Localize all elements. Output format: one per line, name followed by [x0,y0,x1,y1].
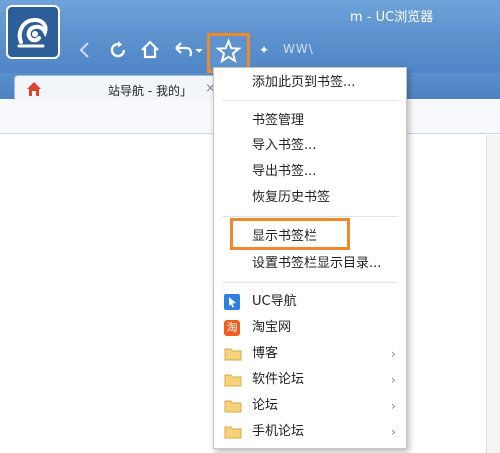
back-button[interactable] [72,37,98,63]
address-bar-text[interactable]: WW\ [283,42,314,56]
home-icon [141,40,159,59]
menu-item-export-bookmarks[interactable]: 导出书签... [214,160,406,184]
site-info-icon[interactable]: ✦ [259,43,269,57]
back-arrow-icon [79,42,89,58]
submenu-arrow-icon: › [391,425,396,439]
submenu-arrow-icon: › [391,347,396,361]
taobao-icon: 淘 [224,320,240,336]
window-title: m - UC浏览器 [350,10,434,25]
uc-squirrel-icon [17,17,48,48]
home-tab-icon [27,82,41,96]
bookmark-folder-mobile-forum[interactable]: 手机论坛 › [214,420,406,444]
show-bookmark-bar-highlight [230,218,350,250]
submenu-arrow-icon: › [391,373,396,387]
menu-separator [222,282,398,283]
home-button[interactable] [137,37,163,63]
refresh-button[interactable] [105,37,131,63]
bookmark-menu: 添加此页到书签... 书签管理 导入书签... 导出书签... 恢复历史书签 显… [213,67,407,449]
bookmark-folder-software-forum[interactable]: 软件论坛 › [214,368,406,392]
bookmark-uc-nav[interactable]: UC导航 [214,290,406,314]
browser-tab[interactable]: 站导航 - 我的」 × [14,75,222,101]
bookmark-folder-forum[interactable]: 论坛 › [214,394,406,418]
menu-item-set-bookmark-bar-dir[interactable]: 设置书签栏显示目录... [214,252,406,276]
menu-item-restore-bookmarks[interactable]: 恢复历史书签 [214,186,406,210]
menu-item-manage-bookmarks[interactable]: 书签管理 [214,109,406,133]
tab-title: 站导航 - 我的」 [108,84,192,98]
submenu-arrow-icon: › [391,399,396,413]
folder-icon [224,398,242,414]
folder-icon [224,346,242,362]
undo-button[interactable] [170,37,204,63]
menu-item-add-bookmark[interactable]: 添加此页到书签... [214,71,406,95]
folder-icon [224,424,242,440]
bookmark-folder-blog[interactable]: 博客 › [214,342,406,366]
bookmark-taobao[interactable]: 淘 淘宝网 [214,316,406,340]
undo-arrow-icon [175,42,203,57]
menu-separator [222,100,398,101]
menu-separator [222,216,398,217]
uc-nav-icon [224,294,240,310]
scrollbar[interactable] [486,135,500,453]
uc-logo[interactable] [6,5,60,59]
menu-item-import-bookmarks[interactable]: 导入书签... [214,134,406,158]
folder-icon [224,372,242,388]
star-icon [215,38,242,64]
refresh-icon [110,41,126,58]
